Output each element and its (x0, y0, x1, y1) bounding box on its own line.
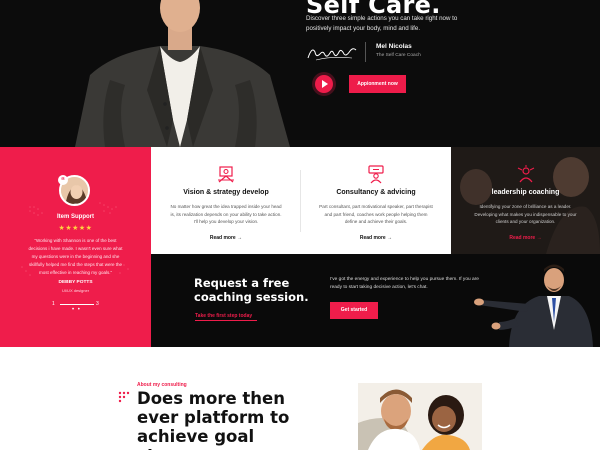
signature-separator (365, 42, 366, 62)
read-more-link[interactable]: Read more → (151, 235, 301, 241)
service-text: No matter how great the idea trapped ins… (170, 204, 282, 225)
about-eyebrow: About my consulting (137, 382, 187, 388)
vision-strategy-icon (218, 166, 234, 183)
coach-portrait-image (55, 0, 305, 147)
service-text: Identifying your zone of brilliance as a… (474, 204, 577, 225)
carousel-dots[interactable]: • • (72, 307, 81, 313)
get-started-button[interactable]: Get started (330, 302, 378, 319)
arrow-right-icon: → (536, 235, 542, 241)
read-more-label: Read more (359, 235, 386, 241)
signature-image (307, 48, 357, 61)
appointment-button[interactable]: Appionment now (349, 75, 406, 93)
testimonial-author: DEBBY POTTS (58, 280, 93, 285)
service-card-leadership: leadership coaching Identifying your zon… (451, 147, 600, 254)
play-icon (322, 80, 328, 88)
hero-description: Discover three simple actions you can ta… (306, 15, 458, 32)
read-more-link[interactable]: Read more → (301, 235, 451, 241)
service-title: leadership coaching (491, 189, 560, 196)
consultancy-icon (368, 165, 384, 184)
testimonial-quote: “Working with Shannon is one of the best… (28, 238, 123, 275)
cta-section: Request a free coaching session. Take th… (151, 254, 600, 347)
author-name: Mel Nicolas (376, 43, 412, 50)
play-video-button[interactable] (315, 75, 333, 93)
testimonial-panel: “ Item Support ★★★★★ “Working with Shann… (0, 147, 151, 347)
read-more-label: Read more (509, 235, 536, 241)
read-more-label: Read more (209, 235, 236, 241)
pager-end: 3 (96, 301, 99, 307)
pointing-man-image (474, 264, 593, 347)
about-title: Does more then ever platform to achieve … (137, 389, 290, 450)
arrow-right-icon: → (237, 235, 243, 241)
cta-title: Request a free coaching session. (194, 276, 309, 304)
pager-start: 1 (52, 301, 55, 307)
read-more-link[interactable]: Read more → (451, 235, 600, 241)
service-title: Consultancy & advicing (336, 189, 416, 196)
happy-couple-image (358, 383, 482, 450)
author-role: The Self Care Coach (376, 53, 421, 58)
cta-link-underline (195, 320, 257, 321)
testimonial-title: Item Support (57, 214, 94, 220)
quote-icon: “ (58, 175, 68, 185)
pager-progress (60, 304, 94, 305)
leadership-icon (517, 165, 534, 183)
cta-text: I've got the energy and experience to he… (330, 277, 479, 290)
cta-link[interactable]: Take the first step today (195, 313, 252, 319)
service-card-vision: Vision & strategy develop No matter how … (151, 147, 301, 254)
dots-decoration (118, 391, 130, 403)
service-text: Part consultant, part motivational speak… (319, 204, 433, 225)
arrow-right-icon: → (387, 235, 393, 241)
service-card-consultancy: Consultancy & advicing Part consultant, … (301, 147, 451, 254)
hero-section: Self Care. Discover three simple actions… (0, 0, 600, 147)
service-title: Vision & strategy develop (183, 189, 269, 196)
rating-stars: ★★★★★ (58, 225, 93, 232)
testimonial-author-role: UI/UX designer (61, 288, 90, 293)
